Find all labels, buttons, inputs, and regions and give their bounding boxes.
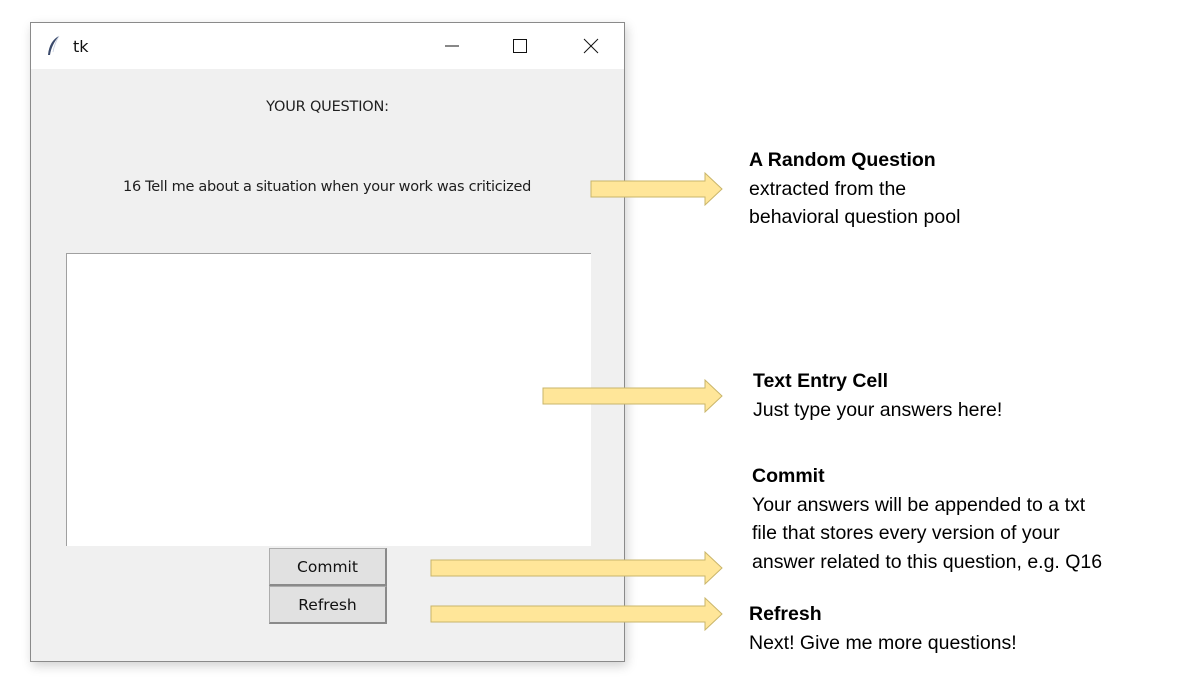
question-text: 16 Tell me about a situation when your w… — [123, 179, 531, 195]
annotation-text-entry: Text Entry Cell Just type your answers h… — [753, 367, 1173, 424]
close-icon — [583, 38, 599, 54]
annotation-title: Commit — [752, 465, 825, 487]
arrow-refresh-icon — [430, 597, 723, 631]
arrow-commit-icon — [430, 551, 723, 585]
commit-button[interactable]: Commit — [269, 548, 387, 586]
title-bar[interactable]: tk — [31, 23, 624, 69]
maximize-button[interactable] — [486, 23, 554, 69]
annotation-title: Refresh — [749, 603, 822, 625]
annotation-random-question: A Random Question extracted from the beh… — [749, 146, 1169, 232]
window-title: tk — [73, 37, 89, 56]
arrow-text-entry-icon — [542, 379, 723, 413]
annotation-commit: Commit Your answers will be appended to … — [752, 462, 1177, 576]
refresh-button[interactable]: Refresh — [269, 586, 387, 624]
annotation-body: Next! Give me more questions! — [749, 631, 1017, 654]
maximize-icon — [513, 39, 527, 53]
question-heading: YOUR QUESTION: — [266, 99, 389, 115]
annotation-body: Just type your answers here! — [753, 398, 1003, 421]
arrow-question-icon — [590, 172, 723, 206]
feather-icon — [48, 35, 60, 55]
annotation-title: A Random Question — [749, 149, 936, 171]
close-button[interactable] — [557, 23, 625, 69]
annotation-refresh: Refresh Next! Give me more questions! — [749, 600, 1169, 657]
answer-text-entry[interactable] — [66, 253, 591, 546]
annotation-body: extracted from the behavioral question p… — [749, 177, 961, 229]
annotation-body: Your answers will be appended to a txt f… — [752, 493, 1103, 573]
annotation-title: Text Entry Cell — [753, 370, 889, 392]
minimize-icon — [445, 45, 459, 47]
minimize-button[interactable] — [418, 23, 486, 69]
